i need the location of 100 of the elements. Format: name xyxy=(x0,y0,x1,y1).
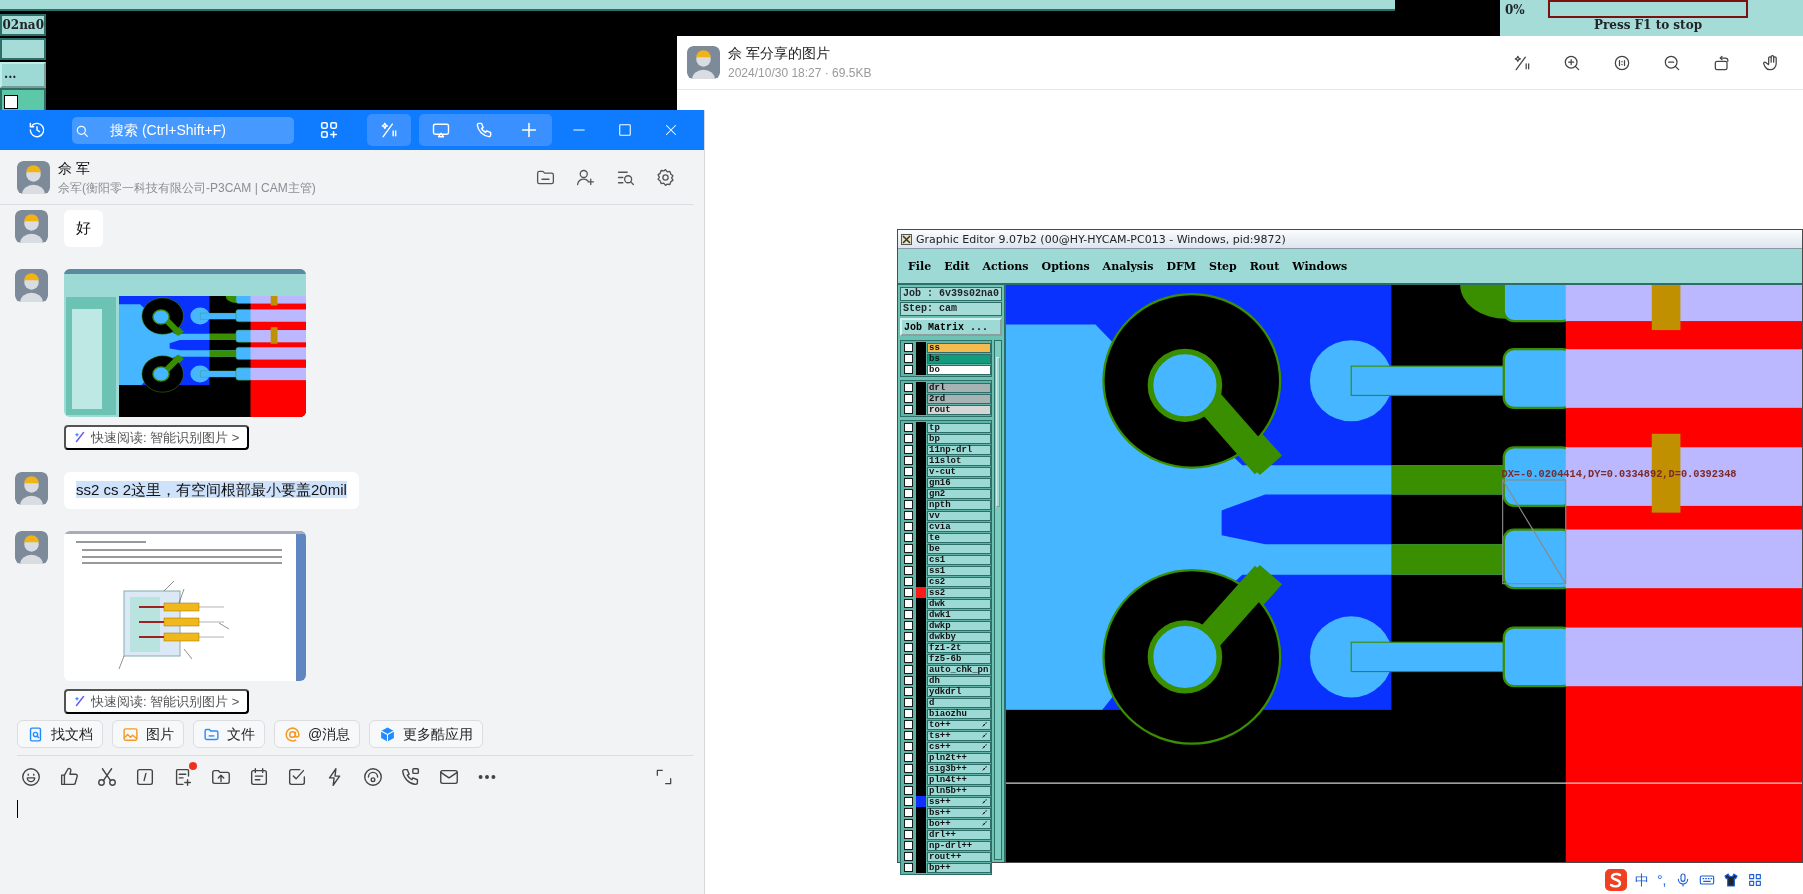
layer-checkbox[interactable] xyxy=(904,511,913,520)
layer-checkbox[interactable] xyxy=(904,456,913,465)
layer-checkbox[interactable] xyxy=(904,687,913,696)
menu-item[interactable]: Actions xyxy=(982,259,1029,273)
avatar[interactable] xyxy=(15,268,48,302)
layer-name[interactable]: pln5b++ xyxy=(927,785,991,796)
layer-name[interactable]: drl xyxy=(927,382,991,393)
layer-name[interactable]: be xyxy=(927,543,991,554)
search-field[interactable]: 搜索 (Ctrl+Shift+F) xyxy=(72,116,294,144)
layer-checkbox[interactable] xyxy=(904,643,913,652)
layer-checkbox[interactable] xyxy=(904,445,913,454)
layer-checkbox[interactable] xyxy=(904,753,913,762)
pcb-screenshot-thumbnail[interactable] xyxy=(64,268,306,417)
layer-name[interactable]: ts++ xyxy=(927,730,991,741)
layer-name[interactable]: bs++ xyxy=(927,807,991,818)
quick-read-link[interactable]: 快速阅读: 智能识别图片 > xyxy=(64,688,250,714)
document-thumbnail-drawing[interactable] xyxy=(64,530,306,681)
layer-name[interactable]: 11np-drl xyxy=(927,444,991,455)
layer-name[interactable]: cs2 xyxy=(927,576,991,587)
layer-name[interactable]: d xyxy=(927,697,991,708)
layer-name[interactable]: sig3b++ xyxy=(927,763,991,774)
layer-checkbox[interactable] xyxy=(904,720,913,729)
maximize-icon[interactable] xyxy=(616,121,634,139)
layer-name[interactable]: to++ xyxy=(927,719,991,730)
layer-name[interactable]: auto_chk_pn xyxy=(927,664,991,675)
layer-name[interactable]: vv xyxy=(927,510,991,521)
layer-checkbox[interactable] xyxy=(904,577,913,586)
layer-name[interactable]: rout++ xyxy=(927,851,991,862)
layer-name[interactable]: v-cut xyxy=(927,466,991,477)
quick-action-button[interactable]: 找文档 xyxy=(17,720,103,748)
quick-action-button[interactable]: @消息 xyxy=(274,720,361,748)
layer-checkbox[interactable] xyxy=(904,478,913,487)
slash-box-icon[interactable] xyxy=(134,766,156,788)
grid-icon[interactable] xyxy=(1746,872,1763,888)
layer-name[interactable]: cs++ xyxy=(927,741,991,752)
layer-checkbox[interactable] xyxy=(904,709,913,718)
layer-checkbox[interactable] xyxy=(904,599,913,608)
layer-checkbox[interactable] xyxy=(904,819,913,828)
layer-name[interactable]: bp xyxy=(927,433,991,444)
layer-name[interactable]: te xyxy=(927,532,991,543)
layer-checkbox[interactable] xyxy=(904,621,913,630)
shirt-icon[interactable] xyxy=(1722,872,1739,888)
scroll-thumb[interactable] xyxy=(996,357,1000,507)
layer-name[interactable]: ss++ xyxy=(927,796,991,807)
layer-name[interactable]: fz5-6b xyxy=(927,653,991,664)
job-matrix-button[interactable]: Job Matrix ... xyxy=(900,318,1002,336)
layer-checkbox[interactable] xyxy=(904,852,913,861)
layer-checkbox[interactable] xyxy=(904,632,913,641)
layer-checkbox[interactable] xyxy=(904,654,913,663)
layer-name[interactable]: ss2 xyxy=(927,587,991,598)
screen-share-icon[interactable] xyxy=(430,120,451,140)
layer-name[interactable]: dwk1 xyxy=(927,609,991,620)
avatar[interactable] xyxy=(15,472,48,505)
layer-checkbox[interactable] xyxy=(904,383,913,392)
layer-checkbox[interactable] xyxy=(904,764,913,773)
menu-item[interactable]: Edit xyxy=(944,259,970,273)
layer-checkbox[interactable] xyxy=(904,588,913,597)
quick-action-button[interactable]: 文件 xyxy=(193,720,265,748)
layer-checkbox[interactable] xyxy=(904,544,913,553)
layer-checkbox[interactable] xyxy=(904,354,913,363)
layer-name[interactable]: drl++ xyxy=(927,829,991,840)
layer-checkbox[interactable] xyxy=(904,423,913,432)
layer-checkbox[interactable] xyxy=(904,665,913,674)
layer-name[interactable]: dh xyxy=(927,675,991,686)
layer-name[interactable]: bo xyxy=(927,364,991,375)
checkbox-icon[interactable] xyxy=(286,766,308,788)
thumbs-up-icon[interactable] xyxy=(58,766,80,788)
layer-checkbox[interactable] xyxy=(904,610,913,619)
layer-name[interactable]: cvia xyxy=(927,521,991,532)
layer-checkbox[interactable] xyxy=(904,405,913,414)
menu-item[interactable]: DFM xyxy=(1166,259,1196,273)
expand-icon[interactable] xyxy=(654,767,674,787)
ime-logo-icon[interactable] xyxy=(1605,869,1627,891)
settings-icon[interactable] xyxy=(654,166,676,188)
emoji-icon[interactable] xyxy=(20,766,42,788)
scrollbar[interactable] xyxy=(994,340,1002,860)
layer-checkbox[interactable] xyxy=(904,533,913,542)
layer-name[interactable]: gn2 xyxy=(927,488,991,499)
menu-item[interactable]: Windows xyxy=(1292,259,1348,273)
avatar[interactable] xyxy=(15,530,48,564)
layer-checkbox[interactable] xyxy=(904,676,913,685)
layer-checkbox[interactable] xyxy=(904,500,913,509)
layer-name[interactable]: fz1-2t xyxy=(927,642,991,653)
layer-name[interactable]: ss xyxy=(927,342,991,353)
layer-name[interactable]: biaozhu xyxy=(927,708,991,719)
menu-item[interactable]: Rout xyxy=(1249,259,1280,273)
layer-name[interactable]: ss1 xyxy=(927,565,991,576)
menu-item[interactable]: Options xyxy=(1041,259,1090,273)
layer-name[interactable]: np-drl++ xyxy=(927,840,991,851)
quick-action-button[interactable]: 更多酷应用 xyxy=(369,720,484,748)
call-icon[interactable] xyxy=(362,766,384,788)
layer-checkbox[interactable] xyxy=(904,775,913,784)
layer-name[interactable]: dwkby xyxy=(927,631,991,642)
layer-name[interactable]: bp++ xyxy=(927,862,991,873)
layer-name[interactable]: cs1 xyxy=(927,554,991,565)
layer-name[interactable]: rout xyxy=(927,404,991,415)
layer-checkbox[interactable] xyxy=(904,489,913,498)
layer-checkbox[interactable] xyxy=(904,841,913,850)
keyboard-icon[interactable] xyxy=(1698,872,1715,888)
layer-name[interactable]: bs xyxy=(927,353,991,364)
